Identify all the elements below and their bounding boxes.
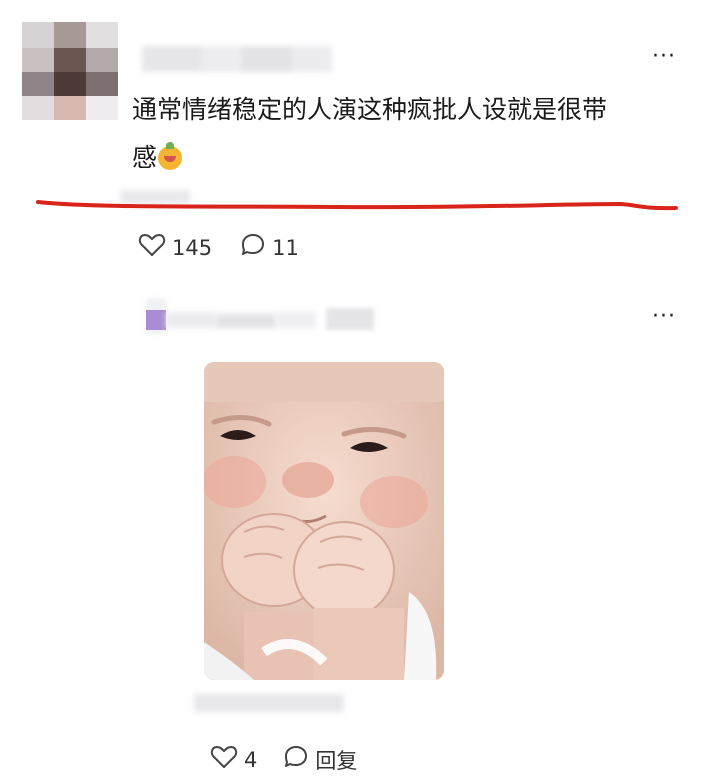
comment-body: 通常情绪稳定的人演这种疯批人设就是很带 (132, 95, 608, 124)
reply-count: 11 (272, 235, 299, 260)
more-dots-icon[interactable]: ··· (652, 46, 676, 68)
comment-bubble-icon[interactable] (283, 744, 309, 775)
comment-text: 通常情绪稳定的人演这种疯批人设就是很带 感 (132, 86, 677, 182)
comment-stats: 145 11 (138, 232, 299, 263)
reply-actions: 4 回复 (210, 744, 357, 775)
mandarin-orange-emoji-icon (158, 142, 183, 170)
avatar[interactable] (22, 22, 118, 120)
heart-icon[interactable] (210, 744, 238, 775)
reply-timestamp-redacted (194, 694, 344, 712)
heart-icon[interactable] (138, 232, 166, 263)
reply-username-redacted (120, 296, 380, 336)
comment-body-cont: 感 (132, 143, 158, 172)
username-redacted (142, 46, 332, 72)
reply-button[interactable]: 回复 (315, 745, 357, 775)
comment-bubble-icon[interactable] (240, 232, 266, 263)
like-count: 145 (172, 235, 213, 260)
red-highlight-underline (36, 200, 678, 211)
reply-like-count: 4 (244, 747, 258, 772)
reply-image[interactable] (204, 362, 444, 680)
more-dots-icon[interactable]: ··· (652, 306, 676, 328)
